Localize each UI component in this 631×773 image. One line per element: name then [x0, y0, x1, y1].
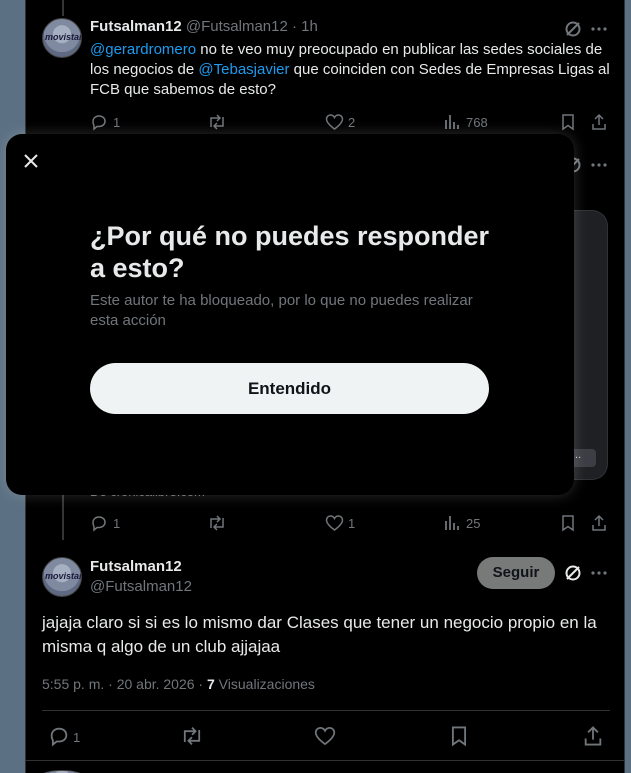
mention-link[interactable]: @gerardromero: [90, 41, 196, 58]
bookmark-icon[interactable]: [559, 514, 577, 532]
blocked-reply-dialog: ¿Por qué no puedes responder a esto? Est…: [6, 134, 574, 495]
more-icon[interactable]: [589, 563, 609, 583]
mention-link[interactable]: @Tebasjavier: [198, 61, 289, 78]
grok-icon[interactable]: [563, 19, 583, 39]
avatar[interactable]: movistar: [42, 18, 82, 58]
grok-icon[interactable]: [563, 563, 583, 583]
avatar[interactable]: movistar: [42, 557, 82, 597]
author-handle[interactable]: @Futsalman12: [186, 18, 288, 35]
follow-button[interactable]: Seguir: [477, 557, 555, 589]
more-icon[interactable]: [589, 155, 609, 175]
avatar-logo-text: movistar: [45, 32, 82, 42]
share-icon[interactable]: [590, 113, 608, 131]
views-label: Visualizaciones: [214, 676, 315, 692]
more-icon[interactable]: [589, 19, 609, 39]
tweet-timestamp: 5:55 p. m. · 20 abr. 2026 · 7 Visualizac…: [42, 676, 315, 692]
retweet-icon[interactable]: [207, 113, 227, 131]
bookmark-icon[interactable]: [448, 725, 470, 747]
divider: [26, 760, 624, 761]
tweet-time[interactable]: · 1h: [292, 18, 318, 35]
reply-count: 1: [113, 115, 121, 130]
reply-icon[interactable]: [48, 725, 70, 747]
views-count: 7: [207, 676, 215, 692]
views-count: 768: [466, 115, 488, 130]
author-handle[interactable]: @Futsalman12: [90, 578, 192, 595]
understood-button[interactable]: Entendido: [90, 363, 489, 414]
views-count: 25: [466, 516, 481, 531]
retweet-icon[interactable]: [207, 514, 227, 532]
bookmark-icon[interactable]: [559, 113, 577, 131]
tweet-text: jajaja claro si si es lo mismo dar Clase…: [42, 613, 597, 656]
thread-line: [62, 0, 64, 16]
reply-count: 1: [113, 516, 121, 531]
timestamp-text[interactable]: 5:55 p. m. · 20 abr. 2026 ·: [42, 676, 207, 692]
author-name[interactable]: Futsalman12: [90, 558, 182, 575]
close-icon[interactable]: [22, 152, 40, 170]
retweet-icon[interactable]: [180, 725, 204, 747]
tweet-text: @gerardromero no te veo muy preocupado e…: [90, 40, 610, 100]
like-icon[interactable]: [325, 514, 344, 532]
views-icon[interactable]: [443, 113, 461, 131]
like-icon[interactable]: [325, 113, 344, 131]
reply-icon[interactable]: [90, 514, 108, 532]
tweet[interactable]: movistar Futsalman12 @Futsalman12 · 1h @…: [26, 0, 626, 140]
divider: [42, 710, 610, 711]
dialog-message: Este autor te ha bloqueado, por lo que n…: [90, 292, 473, 329]
avatar-logo-text: movistar: [45, 571, 82, 581]
author-name[interactable]: Futsalman12: [90, 18, 182, 35]
like-icon[interactable]: [314, 725, 336, 747]
share-icon[interactable]: [590, 514, 608, 532]
views-icon[interactable]: [443, 514, 461, 532]
dialog-title: ¿Por qué no puedes responder a esto?: [90, 221, 490, 283]
share-icon[interactable]: [582, 725, 604, 747]
reply-count: 1: [73, 730, 81, 745]
focused-tweet: movistar Futsalman12 @Futsalman12 Seguir…: [26, 545, 626, 760]
like-count: 2: [348, 115, 356, 130]
like-count: 1: [348, 516, 356, 531]
reply-icon[interactable]: [90, 113, 108, 131]
